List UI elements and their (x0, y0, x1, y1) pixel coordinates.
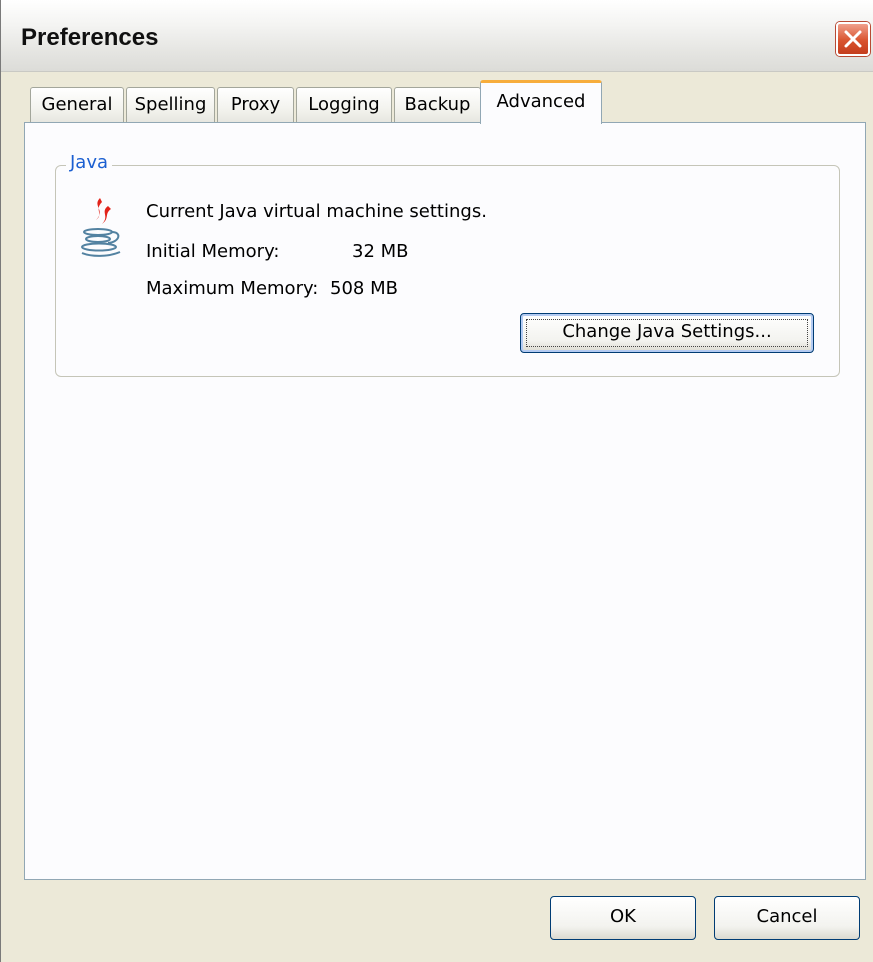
tab-spelling[interactable]: Spelling (126, 87, 215, 123)
java-group-legend: Java (66, 152, 113, 173)
close-button[interactable] (836, 22, 870, 56)
advanced-tab-panel: Java Current Java virtual machine settin… (24, 122, 866, 880)
initial-memory-label: Initial Memory: (146, 241, 280, 262)
jvm-description: Current Java virtual machine settings. (146, 201, 487, 222)
maximum-memory-value: 508 MB (330, 278, 398, 299)
tab-backup[interactable]: Backup (394, 87, 481, 123)
tab-advanced[interactable]: Advanced (480, 80, 602, 124)
cancel-button[interactable]: Cancel (714, 896, 860, 940)
preferences-dialog: Preferences General Spelling Proxy Loggi… (0, 0, 873, 962)
tab-general[interactable]: General (30, 87, 124, 123)
initial-memory-value: 32 MB (352, 241, 409, 262)
java-groupbox: Java Current Java virtual machine settin… (55, 152, 840, 377)
tab-proxy[interactable]: Proxy (217, 87, 294, 123)
title-bar[interactable]: Preferences (1, 0, 873, 72)
ok-button[interactable]: OK (550, 896, 696, 940)
focus-rect (526, 319, 808, 347)
window-title: Preferences (21, 24, 159, 51)
java-icon (81, 198, 121, 257)
tab-logging[interactable]: Logging (296, 87, 392, 123)
change-java-settings-button[interactable]: Change Java Settings... (520, 313, 814, 353)
maximum-memory-label: Maximum Memory: (146, 278, 319, 299)
close-icon (844, 30, 862, 48)
